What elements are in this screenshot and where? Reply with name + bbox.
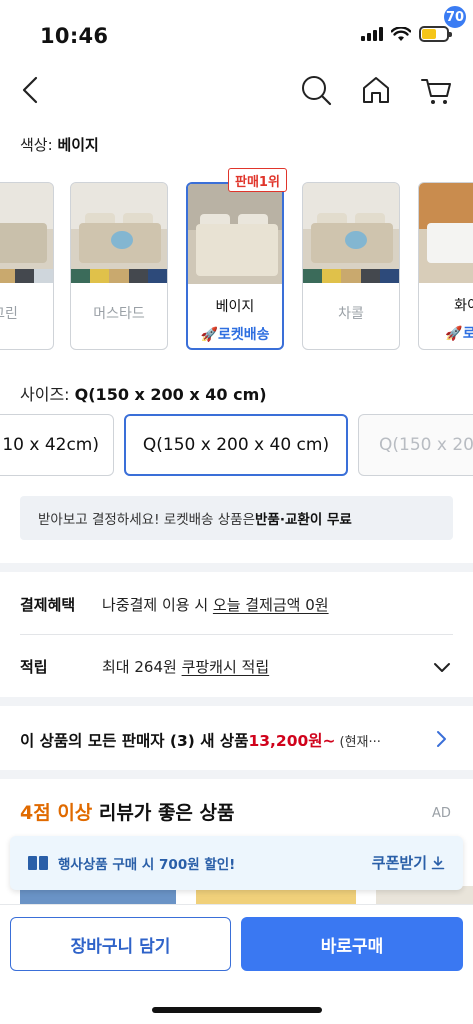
status-icons bbox=[361, 26, 452, 42]
buy-now-button[interactable]: 바로구매 bbox=[241, 917, 463, 971]
payment-benefit-key: 결제혜택 bbox=[20, 595, 76, 614]
search-icon[interactable] bbox=[298, 72, 334, 108]
status-time: 10:46 bbox=[40, 24, 109, 48]
back-icon[interactable] bbox=[14, 70, 50, 110]
size-chip-selected[interactable]: Q(150 x 200 x 40 cm) bbox=[124, 414, 348, 476]
home-icon[interactable] bbox=[358, 72, 394, 108]
chevron-right-icon[interactable] bbox=[434, 728, 450, 750]
payment-benefit-link[interactable]: 오늘 결제금액 0원 bbox=[213, 596, 329, 614]
swatch-charcoal[interactable]: 차콜 bbox=[302, 182, 400, 350]
nav-bar bbox=[0, 62, 473, 118]
selected-color: 베이지 bbox=[57, 136, 99, 154]
size-chip[interactable]: 10 x 42cm) bbox=[0, 414, 114, 476]
bottom-action-bar: 장바구니 담기 바로구매 bbox=[0, 904, 473, 1024]
status-bar: 10:46 bbox=[0, 0, 473, 62]
swatch-image bbox=[419, 183, 473, 283]
points-row[interactable]: 적립 최대 264원 쿠팡캐시 적립 bbox=[20, 636, 453, 696]
coupon-icon bbox=[28, 856, 48, 870]
ad-tag: AD bbox=[432, 806, 451, 821]
coupon-text: 행사상품 구매 시 700원 할인! bbox=[58, 857, 236, 873]
row-divider bbox=[20, 634, 453, 635]
section-divider bbox=[0, 770, 473, 779]
size-option-label: 사이즈: Q(150 x 200 x 40 cm) bbox=[20, 385, 267, 404]
cart-icon[interactable] bbox=[418, 72, 454, 108]
section-divider bbox=[0, 697, 473, 706]
swatch-image bbox=[71, 183, 167, 283]
coupon-banner[interactable]: 행사상품 구매 시 700원 할인! 쿠폰받기 bbox=[10, 836, 463, 890]
lowest-price: 13,200원~ bbox=[248, 732, 336, 750]
selected-size: Q(150 x 200 x 40 cm) bbox=[74, 385, 267, 404]
swatch-image bbox=[303, 183, 399, 283]
download-icon bbox=[431, 855, 445, 869]
size-chip-disabled[interactable]: Q(150 x 20 bbox=[358, 414, 473, 476]
color-option-label: 색상: 베이지 bbox=[20, 136, 99, 154]
rocket-delivery-label: 🚀로켓배송 bbox=[200, 327, 270, 343]
all-sellers-row[interactable]: 이 상품의 모든 판매자 (3) 새 상품 13,200원~ (현재··· bbox=[20, 720, 453, 760]
best-seller-badge: 판매1위 bbox=[228, 168, 287, 192]
swatch-white[interactable]: 화이 🚀로켓 bbox=[418, 182, 473, 350]
swatch-mustard[interactable]: 머스타드 bbox=[70, 182, 168, 350]
cart-count-badge: 70 bbox=[442, 4, 468, 30]
wifi-icon bbox=[391, 26, 411, 41]
recommendation-title: 4점 이상 리뷰가 좋은 상품 bbox=[20, 802, 235, 824]
home-indicator bbox=[152, 1007, 322, 1013]
free-return-notice: 받아보고 결정하세요! 로켓배송 상품은 반품·교환이 무료 bbox=[20, 496, 453, 540]
rocket-delivery-label: 🚀로켓 bbox=[445, 326, 473, 342]
payment-benefit-row[interactable]: 결제혜택 나중결제 이용 시 오늘 결제금액 0원 bbox=[20, 574, 453, 634]
swatch-green[interactable]: 그린 bbox=[0, 182, 54, 350]
chevron-down-icon[interactable] bbox=[432, 658, 452, 678]
swatch-beige[interactable]: 베이지 🚀로켓배송 bbox=[186, 182, 284, 350]
battery-icon bbox=[419, 26, 452, 42]
color-swatch-list: 그린 머스타드 베이지 🚀로켓배송 차콜 화이 🚀로켓 bbox=[0, 176, 473, 354]
points-link[interactable]: 쿠팡캐시 적립 bbox=[182, 658, 270, 676]
get-coupon-button[interactable]: 쿠폰받기 bbox=[372, 852, 445, 873]
add-to-cart-button[interactable]: 장바구니 담기 bbox=[10, 917, 231, 971]
swatch-image bbox=[0, 183, 53, 283]
points-key: 적립 bbox=[20, 657, 48, 676]
signal-icon bbox=[361, 27, 383, 41]
section-divider bbox=[0, 563, 473, 572]
swatch-image bbox=[188, 184, 282, 284]
